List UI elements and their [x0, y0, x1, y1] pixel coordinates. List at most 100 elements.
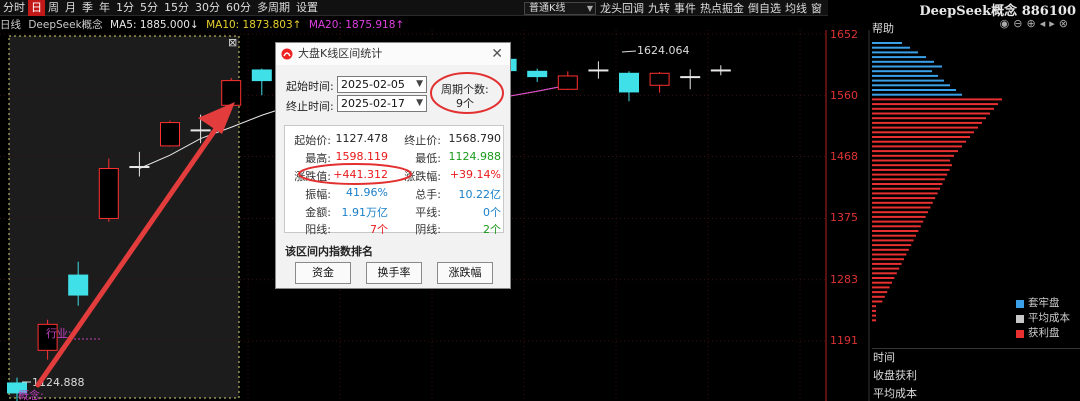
chip-bar — [872, 244, 912, 247]
candle-body[interactable] — [160, 122, 180, 147]
period-tab-2[interactable]: 周 — [45, 0, 62, 16]
period-tab-6[interactable]: 1分 — [113, 0, 137, 16]
period-tab-8[interactable]: 15分 — [161, 0, 192, 16]
chip-bar — [872, 234, 916, 237]
start-time-select[interactable]: 2025-02-05 ▼ — [337, 76, 427, 93]
tool-hotspot[interactable]: 热点掘金 — [700, 0, 744, 16]
kline-type-select[interactable]: 普通K线 ▼ — [524, 1, 596, 15]
up-value: 7个 — [370, 223, 388, 236]
rank-by-capital-button[interactable]: 资金 — [295, 262, 351, 284]
chip-bar — [872, 60, 934, 63]
chip-bar — [872, 140, 966, 143]
chip-bar — [872, 51, 918, 54]
period-tab-5[interactable]: 年 — [96, 0, 113, 16]
chip-bar — [872, 319, 876, 322]
y-tick-1560: 1560 — [830, 89, 858, 102]
period-tab-4[interactable]: 季 — [79, 0, 96, 16]
rank-by-turnover-button[interactable]: 换手率 — [366, 262, 422, 284]
ma-legend-row: 日线 DeepSeek概念 MA5: 1885.000↓ MA10: 1873.… — [0, 17, 828, 31]
legend-average-cost: 平均成本 — [1016, 311, 1070, 326]
chip-bar — [872, 56, 926, 59]
stats-table: 起始价: 1127.478 终止价: 1568.790 最高: 1598.119… — [284, 125, 504, 236]
chip-bar — [872, 220, 924, 223]
dialog-titlebar[interactable]: 大盘K线区间统计 ✕ — [276, 43, 510, 65]
chip-bar — [872, 215, 926, 218]
legend-swatch-red — [1016, 329, 1024, 338]
info-close-profit: 收盘获利 — [873, 369, 917, 382]
period-tab-11[interactable]: 多周期 — [254, 0, 293, 16]
legend-label-average: 平均成本 — [1028, 312, 1070, 324]
chip-bar — [872, 46, 910, 49]
info-average-cost: 平均成本 — [873, 387, 917, 400]
candle-body[interactable] — [129, 166, 150, 169]
candle-body[interactable] — [68, 274, 89, 296]
dialog-title: 大盘K线区间统计 — [298, 47, 383, 60]
legend-trapped: 套牢盘 — [1016, 296, 1070, 311]
period-tab-7[interactable]: 5分 — [137, 0, 161, 16]
chip-bar — [872, 107, 994, 110]
candle-body[interactable] — [588, 69, 609, 72]
chip-bar — [872, 197, 936, 200]
chip-bar — [872, 211, 928, 214]
candle-body[interactable] — [527, 70, 548, 78]
chip-legend: 套牢盘 平均成本 获利盘 — [1016, 296, 1070, 341]
chip-bar — [872, 154, 954, 157]
total-hands-label: 总手: — [415, 188, 441, 201]
selection-close-icon[interactable]: ⊠ — [228, 36, 237, 49]
chip-bar — [872, 117, 986, 120]
candle-body[interactable] — [190, 129, 211, 132]
start-time-value: 2025-02-05 — [341, 78, 405, 91]
chip-bar — [872, 239, 914, 242]
candle-body[interactable] — [680, 76, 701, 79]
rank-by-change-button[interactable]: 涨跌幅 — [437, 262, 493, 284]
end-price-label: 终止价: — [404, 134, 441, 147]
end-time-select[interactable]: 2025-02-17 ▼ — [337, 95, 427, 112]
start-time-label: 起始时间: — [286, 80, 334, 93]
tool-events[interactable]: 事件 — [674, 0, 696, 16]
total-hands-value: 10.22亿 — [458, 188, 502, 201]
tool-nine-turn[interactable]: 九转 — [648, 0, 670, 16]
right-panel-header: DeepSeek概念 886100 — [872, 0, 1080, 19]
candle-body[interactable] — [221, 80, 242, 106]
chip-bar — [872, 159, 950, 162]
down-label: 阴线: — [415, 223, 441, 236]
amount-value: 1.91万亿 — [341, 206, 389, 219]
period-tab-10[interactable]: 60分 — [223, 0, 254, 16]
candle-body[interactable] — [619, 72, 639, 93]
kline-type-value: 普通K线 — [529, 2, 566, 14]
rank-title: 该区间内指数排名 — [285, 245, 373, 258]
candle-body[interactable] — [98, 168, 119, 219]
candle-body[interactable] — [557, 75, 578, 90]
candle-body[interactable] — [649, 72, 670, 86]
chip-bar — [872, 74, 938, 77]
y-tick-1652: 1652 — [830, 28, 858, 41]
close-icon[interactable]: ✕ — [491, 43, 503, 65]
chip-bar — [872, 281, 892, 284]
candle-body[interactable] — [251, 69, 272, 82]
y-tick-1283: 1283 — [830, 273, 858, 286]
legend-label-profit: 获利盘 — [1028, 327, 1060, 339]
tool-window[interactable]: 窗 — [811, 0, 822, 16]
chip-bar — [872, 262, 902, 265]
chip-bar — [872, 225, 921, 228]
chip-bar — [872, 131, 974, 134]
chip-bar — [872, 103, 998, 106]
chip-bar — [872, 277, 895, 279]
period-tab-1[interactable]: 日 — [28, 0, 45, 16]
chip-bar — [872, 168, 950, 171]
period-tab-12[interactable]: 设置 — [293, 0, 321, 16]
tool-self-select[interactable]: 倒自选 — [748, 0, 781, 16]
candle-body[interactable] — [710, 69, 731, 72]
period-tab-9[interactable]: 30分 — [192, 0, 223, 16]
chip-bar — [872, 178, 945, 181]
chevron-down-icon: ▼ — [416, 79, 423, 89]
chip-bar — [872, 183, 943, 185]
tool-dragon-pullback[interactable]: 龙头回调 — [600, 0, 644, 16]
legend-swatch-gray — [1016, 314, 1024, 323]
period-tab-3[interactable]: 月 — [62, 0, 79, 16]
tool-ma[interactable]: 均线 — [785, 0, 807, 16]
chip-bar — [872, 314, 876, 317]
period-toolbar: 分时日周月季年 1分 5分 15分 30分 60分 多周期 设置 普通K线 ▼ 龙头回调 九转… — [0, 0, 828, 16]
chip-bar — [872, 300, 883, 303]
period-tab-0[interactable]: 分时 — [0, 0, 28, 16]
